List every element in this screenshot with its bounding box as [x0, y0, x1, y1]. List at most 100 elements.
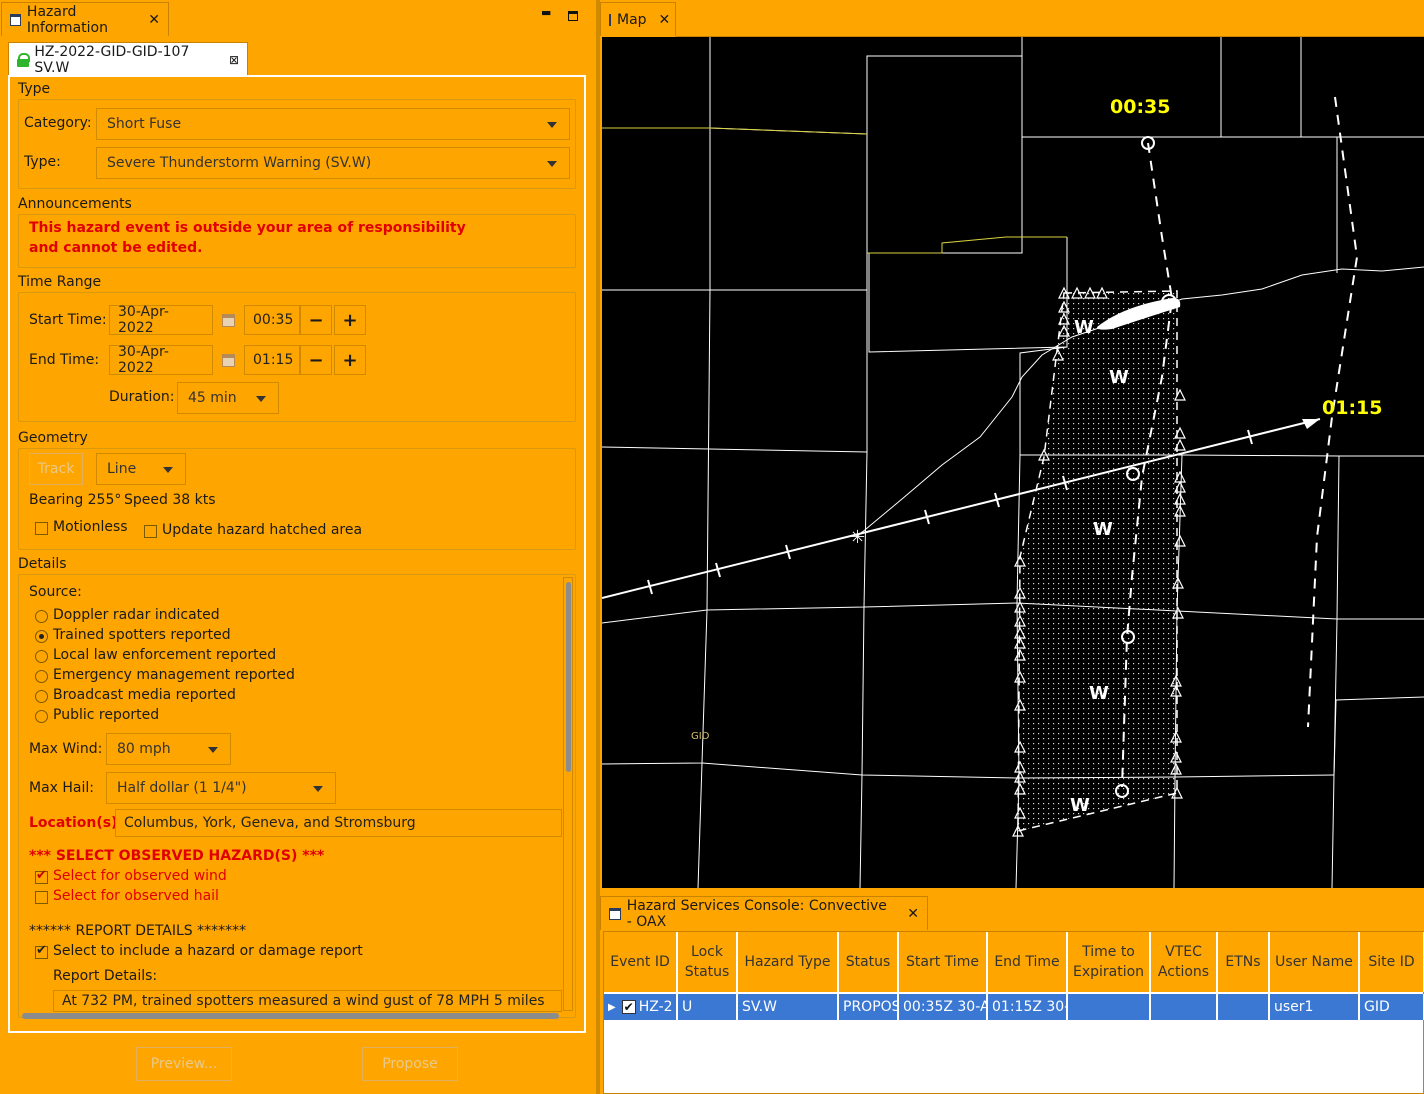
warning-label: W: [1070, 795, 1090, 816]
source-label: Source:: [29, 584, 82, 600]
header-label: Status: [845, 954, 891, 970]
header-label: Actions: [1157, 964, 1210, 980]
geometry-shape-value: Line: [107, 461, 137, 477]
report-details-textarea[interactable]: At 732 PM, trained spotters measured a w…: [53, 990, 562, 1012]
map-canvas[interactable]: ✳ W W W W W 00:35 01:15 GID: [601, 37, 1424, 889]
cell-vtec-actions: [1151, 994, 1217, 1020]
end-time-decrement-button[interactable]: −: [300, 345, 332, 375]
source-option-label: Local law enforcement reported: [53, 647, 277, 663]
column-header-start-time[interactable]: Start Time: [899, 932, 987, 992]
source-radio[interactable]: [35, 690, 48, 703]
cell-etns: [1218, 994, 1269, 1020]
source-radio[interactable]: [35, 650, 48, 663]
cell-time-to-expiration: [1068, 994, 1150, 1020]
locations-field[interactable]: Columbus, York, Geneva, and Stromsburg: [115, 809, 562, 837]
calendar-icon[interactable]: [222, 314, 235, 327]
expand-arrow-icon[interactable]: ▶: [608, 1002, 616, 1013]
state-boundary: [867, 236, 1067, 254]
locations-value: Columbus, York, Geneva, and Stromsburg: [124, 815, 416, 831]
console-view-tab[interactable]: Hazard Services Console: Convective - OA…: [600, 896, 928, 930]
report-details-header: ****** REPORT DETAILS *******: [29, 923, 247, 939]
geometry-shape-dropdown[interactable]: Line: [96, 453, 186, 485]
observed-hail-checkbox[interactable]: [35, 891, 48, 904]
start-date-field[interactable]: 30-Apr-2022: [109, 304, 213, 336]
cell-user-name: user1: [1270, 994, 1359, 1020]
calendar-icon[interactable]: [222, 354, 235, 367]
hazard-information-view-tab[interactable]: Hazard Information ✕: [1, 2, 169, 36]
header-label: Site ID: [1368, 954, 1415, 970]
max-hail-value: Half dollar (1 1/4"): [117, 780, 247, 796]
event-tab[interactable]: HZ-2022-GID-GID-107 SV.W ⊠: [8, 42, 248, 76]
end-date-value: 30-Apr-2022: [118, 344, 169, 376]
end-date-field[interactable]: 30-Apr-2022: [109, 344, 213, 376]
console-tab-label: Hazard Services Console: Convective - OA…: [626, 897, 887, 930]
row-checkbox[interactable]: ✔: [621, 1000, 636, 1014]
propose-button[interactable]: Propose: [362, 1047, 458, 1081]
start-time-decrement-button[interactable]: −: [300, 305, 332, 335]
include-report-checkbox[interactable]: [35, 943, 48, 959]
column-header-vtec-actions[interactable]: VTEC Actions: [1151, 932, 1217, 992]
unlocked-icon: [17, 52, 31, 67]
duration-dropdown[interactable]: 45 min: [177, 382, 279, 414]
category-value: Short Fuse: [107, 116, 182, 132]
scrollbar-thumb[interactable]: [566, 582, 571, 772]
plus-icon: +: [342, 309, 358, 331]
column-header-status[interactable]: Status: [839, 932, 898, 992]
warning-polygon[interactable]: [1017, 290, 1178, 832]
bearing-readout: Bearing 255°: [29, 492, 122, 508]
type-dropdown[interactable]: Severe Thunderstorm Warning (SV.W): [96, 147, 570, 179]
observed-wind-checkbox[interactable]: [35, 868, 48, 884]
max-wind-dropdown[interactable]: 80 mph: [106, 733, 231, 765]
warning-label: W: [1089, 683, 1109, 704]
close-icon[interactable]: ✕: [659, 12, 671, 28]
map-view-tab[interactable]: Map ✕: [600, 2, 676, 36]
source-option-label: Broadcast media reported: [53, 687, 236, 703]
close-icon[interactable]: ✕: [148, 12, 160, 28]
header-label: Hazard Type: [744, 954, 831, 970]
source-radio[interactable]: [35, 610, 48, 623]
source-option-label: Public reported: [53, 707, 160, 723]
update-hatched-area-checkbox[interactable]: [144, 525, 157, 538]
maximize-icon[interactable]: [568, 11, 578, 21]
column-header-event-id[interactable]: Event ID: [604, 932, 677, 992]
cell-event-id[interactable]: ▶ ✔ HZ-2: [604, 994, 677, 1020]
storm-center-icon: ✳: [850, 527, 865, 548]
details-horizontal-scrollbar[interactable]: [20, 1012, 561, 1020]
start-time-value: 00:35: [253, 312, 294, 328]
column-header-time-to-expiration[interactable]: Time to Expiration: [1068, 932, 1150, 992]
category-dropdown[interactable]: Short Fuse: [96, 108, 570, 140]
column-header-site-id[interactable]: Site ID: [1360, 932, 1424, 992]
source-radio[interactable]: [35, 670, 48, 683]
minimize-icon[interactable]: ▬: [541, 6, 551, 19]
column-header-lock-status[interactable]: Lock Status: [678, 932, 737, 992]
close-icon[interactable]: ⊠: [229, 53, 239, 67]
details-vertical-scrollbar[interactable]: [563, 577, 573, 1011]
map-svg[interactable]: ✳ W W W W W 00:35 01:15 GID: [601, 37, 1424, 889]
start-time-field[interactable]: 00:35: [244, 305, 300, 335]
cell-status: PROPOS: [839, 994, 898, 1020]
motionless-checkbox[interactable]: [35, 522, 48, 535]
start-time-label: Start Time:: [29, 312, 107, 328]
announcement-line-1: This hazard event is outside your area o…: [29, 220, 466, 236]
column-header-hazard-type[interactable]: Hazard Type: [738, 932, 838, 992]
column-header-end-time[interactable]: End Time: [988, 932, 1067, 992]
preview-button[interactable]: Preview...: [136, 1047, 232, 1081]
plus-icon: +: [342, 349, 358, 371]
source-radio[interactable]: [35, 710, 48, 723]
start-time-increment-button[interactable]: +: [334, 305, 366, 335]
column-header-etns[interactable]: ETNs: [1218, 932, 1269, 992]
source-radio[interactable]: [35, 630, 48, 643]
end-time-field[interactable]: 01:15: [244, 345, 300, 375]
column-header-user-name[interactable]: User Name: [1270, 932, 1359, 992]
chevron-down-icon: [547, 122, 557, 128]
track-button[interactable]: Track: [29, 453, 83, 485]
start-date-value: 30-Apr-2022: [118, 304, 169, 336]
close-icon[interactable]: ✕: [907, 906, 919, 922]
end-time-increment-button[interactable]: +: [334, 345, 366, 375]
minus-icon: −: [308, 349, 324, 371]
scrollbar-thumb[interactable]: [22, 1013, 559, 1019]
max-hail-dropdown[interactable]: Half dollar (1 1/4"): [106, 772, 336, 804]
chevron-down-icon: [313, 786, 323, 792]
header-label: Event ID: [610, 954, 670, 970]
max-hail-label: Max Hail:: [29, 780, 94, 796]
